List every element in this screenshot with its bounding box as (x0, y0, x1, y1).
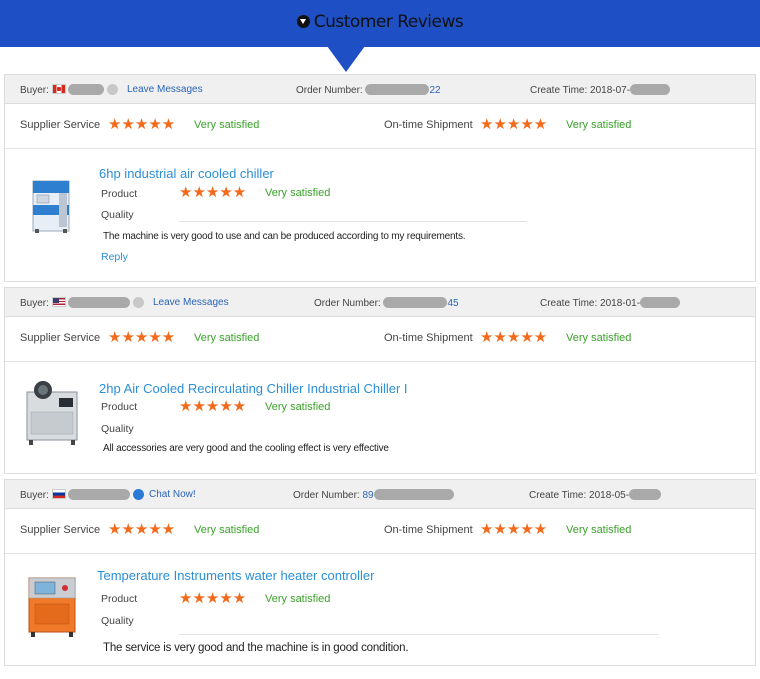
chat-now-link[interactable]: Chat Now! (149, 489, 196, 500)
chat-icon (133, 489, 145, 500)
review-header: Buyer: Chat Now! Order Number: 89 Create… (5, 480, 755, 509)
leave-messages-link[interactable]: Leave Messages (153, 297, 229, 308)
supplier-service-rating: Very satisfied (194, 119, 260, 131)
ontime-shipment-rating: Very satisfied (566, 524, 632, 536)
date-redacted (630, 84, 671, 95)
order-number: Order Number: 45 (314, 297, 459, 309)
buyer-info: Buyer: (20, 84, 119, 96)
product-label: Product (101, 401, 138, 413)
ontime-shipment-rating: Very satisfied (566, 332, 632, 344)
chiller-product-image[interactable] (23, 165, 83, 237)
review-comment: All accessories are very good and the co… (103, 443, 389, 454)
russia-flag-icon (51, 489, 66, 499)
supplier-service-stars: ★★★★★ (108, 521, 176, 538)
product-rating: Very satisfied (265, 401, 331, 413)
buyer-name-redacted (68, 84, 105, 95)
reply-link[interactable]: Reply (101, 251, 128, 263)
page-title: Customer Reviews (0, 12, 760, 32)
order-number: Order Number: 22 (296, 84, 441, 96)
supplier-service-rating: Very satisfied (194, 332, 260, 344)
buyer-info: Buyer: (20, 489, 145, 501)
chiller-product-image[interactable] (21, 378, 87, 450)
product-stars: ★★★★★ (179, 184, 247, 201)
buyer-info: Buyer: (20, 297, 145, 309)
product-stars: ★★★★★ (179, 398, 247, 415)
review-header: Buyer: Leave Messages Order Number: 22 C… (5, 75, 755, 104)
create-time: Create Time: 2018-05- (529, 489, 662, 501)
order-number-redacted (383, 297, 448, 308)
ontime-shipment-stars: ★★★★★ (480, 116, 548, 133)
ontime-shipment-label: On-time Shipment (384, 524, 473, 536)
order-number: Order Number: 89 (293, 489, 454, 501)
heater-controller-product-image[interactable] (21, 570, 87, 642)
order-number-redacted (373, 489, 454, 500)
ontime-shipment-rating: Very satisfied (566, 119, 632, 131)
supplier-service-label: Supplier Service (20, 119, 101, 131)
usa-flag-icon (51, 297, 66, 307)
review-comment: The machine is very good to use and can … (103, 231, 466, 242)
divider (179, 634, 659, 635)
buyer-name-redacted (68, 489, 131, 500)
review-comment: The service is very good and the machine… (103, 642, 409, 654)
review-card: Buyer: Leave Messages Order Number: 45 C… (4, 287, 756, 474)
ontime-shipment-label: On-time Shipment (384, 332, 473, 344)
product-title-link[interactable]: 2hp Air Cooled Recirculating Chiller Ind… (99, 381, 408, 396)
banner-notch (327, 46, 365, 72)
message-icon (133, 297, 145, 308)
review-card: Buyer: Leave Messages Order Number: 22 C… (4, 74, 756, 282)
product-title-link[interactable]: 6hp industrial air cooled chiller (99, 166, 274, 181)
create-time: Create Time: 2018-01- (540, 297, 681, 309)
create-time: Create Time: 2018-07- (530, 84, 671, 96)
quality-label: Quality (101, 615, 134, 627)
service-ratings: Supplier Service ★★★★★ Very satisfied On… (5, 509, 755, 554)
ontime-shipment-label: On-time Shipment (384, 119, 473, 131)
review-card: Buyer: Chat Now! Order Number: 89 Create… (4, 479, 756, 666)
service-ratings: Supplier Service ★★★★★ Very satisfied On… (5, 317, 755, 362)
leave-messages-link[interactable]: Leave Messages (127, 84, 203, 95)
supplier-service-label: Supplier Service (20, 524, 101, 536)
date-redacted (629, 489, 662, 500)
product-stars: ★★★★★ (179, 590, 247, 607)
supplier-service-stars: ★★★★★ (108, 116, 176, 133)
product-label: Product (101, 188, 138, 200)
buyer-name-redacted (68, 297, 131, 308)
order-number-redacted (365, 84, 430, 95)
canada-flag-icon (51, 84, 66, 94)
service-ratings: Supplier Service ★★★★★ Very satisfied On… (5, 104, 755, 149)
review-header: Buyer: Leave Messages Order Number: 45 C… (5, 288, 755, 317)
date-redacted (640, 297, 681, 308)
product-title-link[interactable]: Temperature Instruments water heater con… (97, 568, 374, 583)
quality-label: Quality (101, 423, 134, 435)
supplier-service-rating: Very satisfied (194, 524, 260, 536)
divider (179, 221, 527, 222)
ontime-shipment-stars: ★★★★★ (480, 521, 548, 538)
chevron-down-circle-icon (296, 15, 310, 28)
product-rating: Very satisfied (265, 187, 331, 199)
supplier-service-label: Supplier Service (20, 332, 101, 344)
quality-label: Quality (101, 209, 134, 221)
product-label: Product (101, 593, 138, 605)
product-rating: Very satisfied (265, 593, 331, 605)
supplier-service-stars: ★★★★★ (108, 329, 176, 346)
ontime-shipment-stars: ★★★★★ (480, 329, 548, 346)
message-icon (107, 84, 119, 95)
